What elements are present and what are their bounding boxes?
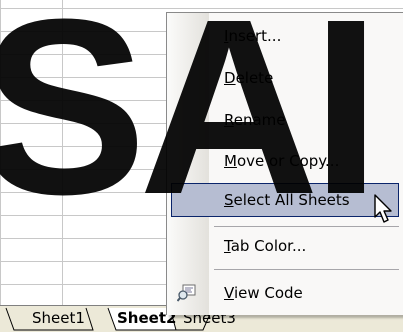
menu-separator <box>214 226 399 227</box>
view-code-icon <box>177 284 196 302</box>
menu-item-delete[interactable]: Delete <box>171 63 399 93</box>
menu-separator <box>214 269 399 270</box>
menu-item-insert[interactable]: Insert... <box>171 21 399 51</box>
menu-item-tab-color[interactable]: Tab Color... <box>171 231 399 261</box>
tab-sheet1[interactable]: Sheet1 <box>32 309 85 327</box>
mouse-pointer-icon <box>374 194 392 223</box>
menu-item-label: Rename <box>224 111 286 129</box>
menu-item-label: Tab Color... <box>224 237 307 255</box>
menu-item-label: Insert... <box>224 27 282 45</box>
menu-item-label: Move or Copy... <box>224 152 340 170</box>
menu-item-view-code[interactable]: View Code <box>171 278 399 308</box>
column-divider <box>62 0 63 305</box>
menu-item-move-or-copy[interactable]: Move or Copy... <box>171 146 399 176</box>
sheet-tab-context-menu: Insert... Delete Rename Move or Copy... … <box>166 12 403 315</box>
menu-item-label: Select All Sheets <box>224 191 350 209</box>
menu-item-rename[interactable]: Rename <box>171 105 399 135</box>
menu-item-select-all-sheets[interactable]: Select All Sheets <box>171 183 399 217</box>
menu-item-label: View Code <box>224 284 303 302</box>
menu-item-label: Delete <box>224 69 274 87</box>
